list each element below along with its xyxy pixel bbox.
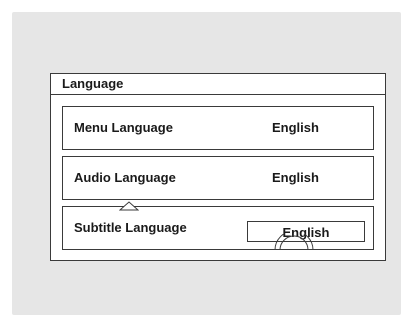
- dial-knob-icon: [274, 234, 314, 250]
- menu-language-value: English: [272, 120, 319, 135]
- tv-screen: Language Menu Language English Audio Lan…: [12, 12, 401, 315]
- language-menu-panel: Language Menu Language English Audio Lan…: [50, 73, 386, 261]
- menu-language-label: Menu Language: [74, 120, 173, 135]
- menu-language-row[interactable]: Menu Language English: [62, 106, 374, 150]
- panel-title: Language: [51, 74, 385, 95]
- subtitle-language-label: Subtitle Language: [74, 220, 187, 235]
- audio-language-label: Audio Language: [74, 170, 176, 185]
- audio-language-row[interactable]: Audio Language English: [62, 156, 374, 200]
- subtitle-language-row[interactable]: Subtitle Language English: [62, 201, 374, 250]
- audio-language-value: English: [272, 170, 319, 185]
